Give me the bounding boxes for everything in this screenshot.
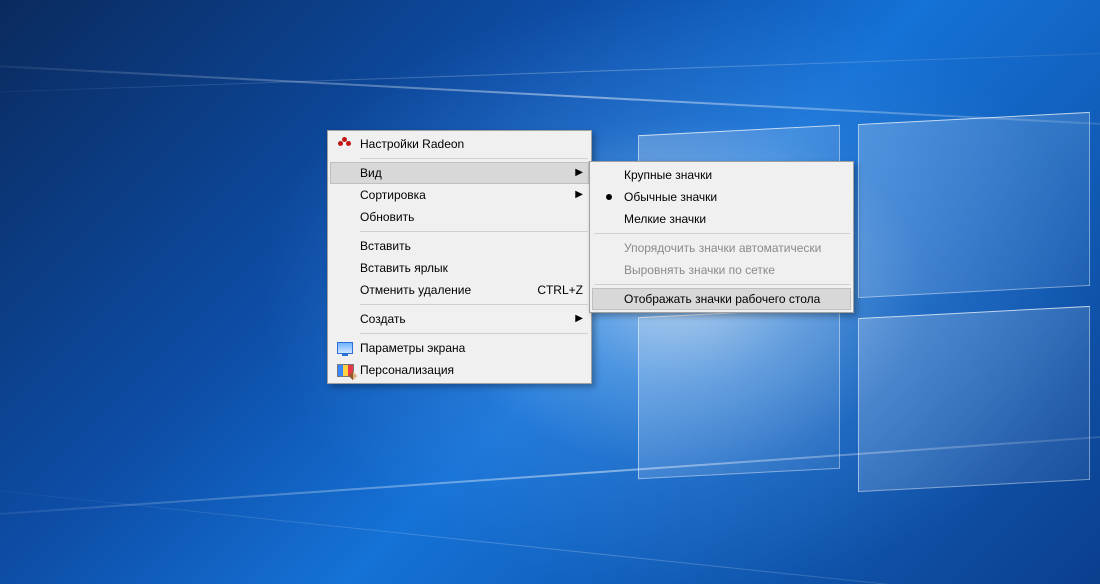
menu-item-label: Настройки Radeon	[360, 137, 583, 151]
personalize-icon	[334, 362, 356, 378]
view-submenu: Крупные значки Обычные значки Мелкие зна…	[589, 161, 854, 313]
menu-separator	[360, 231, 588, 232]
submenu-arrow-icon: ▶	[571, 190, 583, 200]
desktop[interactable]: Настройки Radeon Вид ▶ Сортировка ▶ Обно…	[0, 0, 1100, 584]
submenu-arrow-icon: ▶	[571, 314, 583, 324]
menu-item-label: Мелкие значки	[624, 212, 845, 226]
menu-separator	[594, 284, 850, 285]
submenu-item-large-icons[interactable]: Крупные значки	[592, 164, 851, 186]
menu-item-label: Вставить ярлык	[360, 261, 583, 275]
desktop-context-menu: Настройки Radeon Вид ▶ Сортировка ▶ Обно…	[327, 130, 592, 384]
menu-item-paste-shortcut[interactable]: Вставить ярлык	[330, 257, 589, 279]
menu-item-label: Крупные значки	[624, 168, 845, 182]
menu-item-label: Сортировка	[360, 188, 571, 202]
menu-item-view[interactable]: Вид ▶	[330, 162, 589, 184]
menu-item-undo-delete[interactable]: Отменить удаление CTRL+Z	[330, 279, 589, 301]
submenu-item-show-desktop-icons[interactable]: Отображать значки рабочего стола	[592, 288, 851, 310]
menu-item-label: Вставить	[360, 239, 583, 253]
menu-item-label: Упорядочить значки автоматически	[624, 241, 845, 255]
menu-item-personalize[interactable]: Персонализация	[330, 359, 589, 381]
menu-item-new[interactable]: Создать ▶	[330, 308, 589, 330]
menu-item-label: Выровнять значки по сетке	[624, 263, 845, 277]
menu-item-refresh[interactable]: Обновить	[330, 206, 589, 228]
menu-separator	[360, 304, 588, 305]
menu-item-radeon-settings[interactable]: Настройки Radeon	[330, 133, 589, 155]
submenu-item-small-icons[interactable]: Мелкие значки	[592, 208, 851, 230]
menu-item-display-settings[interactable]: Параметры экрана	[330, 337, 589, 359]
radio-selected-icon	[600, 189, 618, 205]
menu-item-label: Обновить	[360, 210, 583, 224]
menu-item-paste[interactable]: Вставить	[330, 235, 589, 257]
menu-item-label: Персонализация	[360, 363, 583, 377]
radeon-icon	[334, 136, 356, 152]
menu-item-sort[interactable]: Сортировка ▶	[330, 184, 589, 206]
menu-separator	[594, 233, 850, 234]
submenu-item-medium-icons[interactable]: Обычные значки	[592, 186, 851, 208]
menu-item-shortcut: CTRL+Z	[537, 283, 583, 297]
menu-separator	[360, 158, 588, 159]
menu-item-label: Отображать значки рабочего стола	[624, 292, 845, 306]
menu-item-label: Отменить удаление	[360, 283, 513, 297]
submenu-arrow-icon: ▶	[571, 168, 583, 178]
display-icon	[334, 340, 356, 356]
menu-item-label: Создать	[360, 312, 571, 326]
menu-separator	[360, 333, 588, 334]
menu-item-label: Обычные значки	[624, 190, 845, 204]
submenu-item-align-grid[interactable]: Выровнять значки по сетке	[592, 259, 851, 281]
menu-item-label: Параметры экрана	[360, 341, 583, 355]
submenu-item-auto-arrange[interactable]: Упорядочить значки автоматически	[592, 237, 851, 259]
menu-item-label: Вид	[360, 166, 571, 180]
